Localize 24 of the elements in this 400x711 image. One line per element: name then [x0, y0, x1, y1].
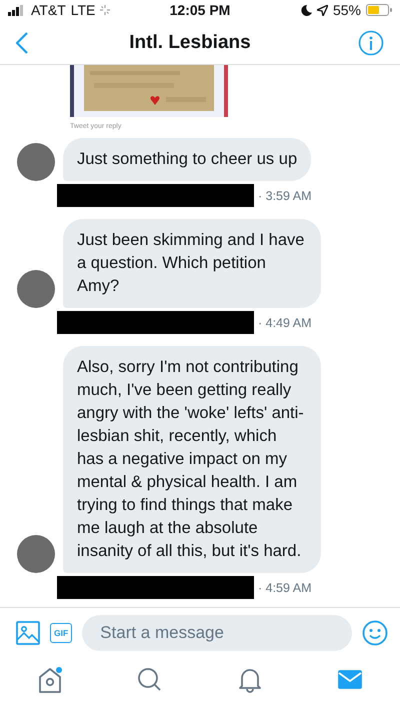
image-icon[interactable] — [16, 620, 40, 645]
gif-button[interactable]: GIF — [50, 622, 72, 643]
battery-percent: 55% — [332, 2, 361, 18]
emoji-icon[interactable] — [362, 620, 388, 646]
back-icon[interactable] — [16, 32, 28, 54]
message-input[interactable]: Start a message — [82, 614, 352, 651]
signal-icon — [8, 4, 26, 16]
carrier: AT&T — [31, 2, 66, 18]
message-time: · 4:49 AM — [258, 316, 312, 330]
message-bubble: Just been skimming and I have a question. Which petition Amy? — [63, 219, 321, 308]
moon-icon — [300, 4, 312, 16]
message-bubble: Just something to cheer us up — [63, 138, 312, 182]
loading-icon — [100, 5, 110, 16]
message-time: · 3:59 AM — [258, 188, 312, 203]
message-bubble: Also, sorry I'm not contributing much, I've been getting really angry with the 'woke' lefts' anti-lesbian shit, recently, which has a negative impact on my mental & physical health. I am trying to find things that make me laugh at the absolute insanity of all this, but it's hard. — [63, 346, 321, 574]
network-type: LTE — [70, 2, 96, 18]
avatar[interactable] — [17, 270, 55, 308]
location-icon — [316, 4, 328, 16]
avatar[interactable] — [17, 143, 55, 182]
avatar[interactable] — [17, 535, 55, 574]
clock: 12:05 PM — [170, 2, 230, 18]
message-time: · 4:59 AM — [258, 580, 312, 595]
conversation-title: Intl. Lesbians — [129, 32, 251, 54]
battery-icon — [366, 4, 392, 16]
